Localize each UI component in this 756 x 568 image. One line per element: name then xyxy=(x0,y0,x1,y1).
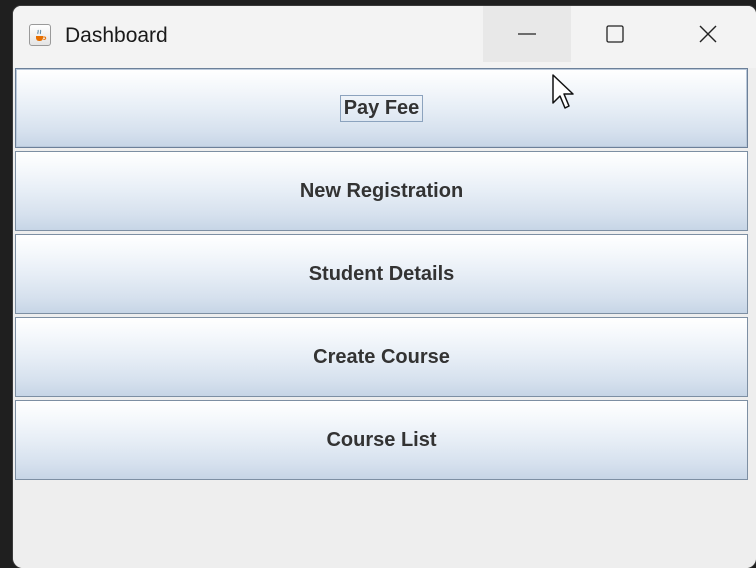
create-course-label: Create Course xyxy=(313,345,450,368)
pay-fee-label: Pay Fee xyxy=(339,94,424,122)
pay-fee-button[interactable]: Pay Fee xyxy=(15,68,748,148)
desktop: Dashboard Pay Fee New Registration Stude… xyxy=(0,0,756,568)
minimize-icon xyxy=(518,33,536,35)
close-button[interactable] xyxy=(659,6,756,62)
window-title: Dashboard xyxy=(65,24,168,47)
mouse-pointer-icon xyxy=(551,73,577,118)
new-registration-button[interactable]: New Registration xyxy=(15,151,748,231)
dashboard-window: Dashboard Pay Fee New Registration Stude… xyxy=(13,6,756,568)
close-icon xyxy=(699,25,716,43)
maximize-button[interactable] xyxy=(571,6,659,62)
minimize-button[interactable] xyxy=(483,6,571,62)
dashboard-panel: Pay Fee New Registration Student Details… xyxy=(13,68,756,568)
maximize-icon xyxy=(606,25,624,43)
title-bar[interactable]: Dashboard xyxy=(13,6,756,68)
course-list-label: Course List xyxy=(326,428,437,451)
student-details-button[interactable]: Student Details xyxy=(15,234,748,314)
new-registration-label: New Registration xyxy=(299,179,464,202)
student-details-label: Student Details xyxy=(308,262,455,285)
create-course-button[interactable]: Create Course xyxy=(15,317,748,397)
course-list-button[interactable]: Course List xyxy=(15,400,748,480)
java-coffee-cup-icon xyxy=(29,24,51,46)
